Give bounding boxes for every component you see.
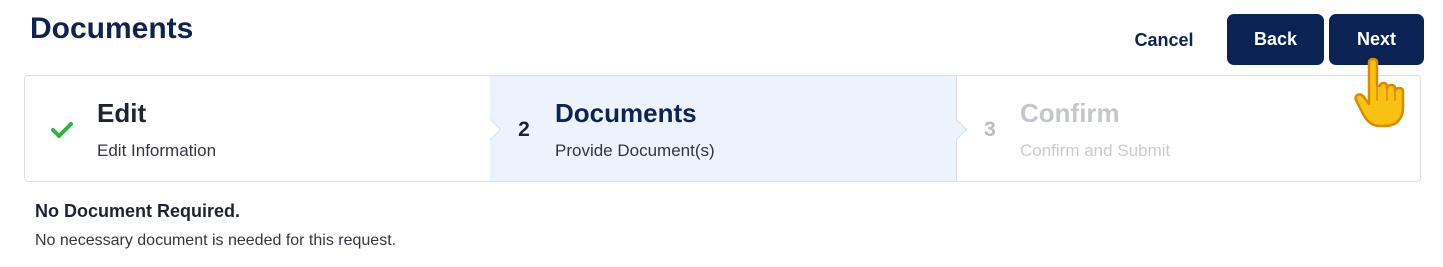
cancel-button[interactable]: Cancel [1118,18,1210,62]
step-subtitle: Edit Information [97,141,217,160]
back-button[interactable]: Back [1227,14,1324,65]
step-title: Confirm [1020,98,1120,128]
step-title: Edit [97,98,147,128]
step-edit[interactable]: Edit Edit Information [25,76,502,181]
check-icon [50,118,74,142]
step-title: Documents [555,98,697,128]
progress-stepper: Edit Edit Information 2 Documents Provid… [24,75,1421,182]
step-confirm[interactable]: 3 Confirm Confirm and Submit [956,76,1420,181]
step-subtitle: Provide Document(s) [555,141,715,160]
step-subtitle: Confirm and Submit [1020,141,1171,160]
page-title: Documents [30,12,194,45]
step-documents[interactable]: 2 Documents Provide Document(s) [490,76,968,181]
notice-text: No necessary document is needed for this… [35,232,397,249]
notice-title: No Document Required. [35,201,241,221]
next-button[interactable]: Next [1329,14,1424,65]
step-number: 3 [984,118,996,141]
step-number: 2 [518,118,530,141]
